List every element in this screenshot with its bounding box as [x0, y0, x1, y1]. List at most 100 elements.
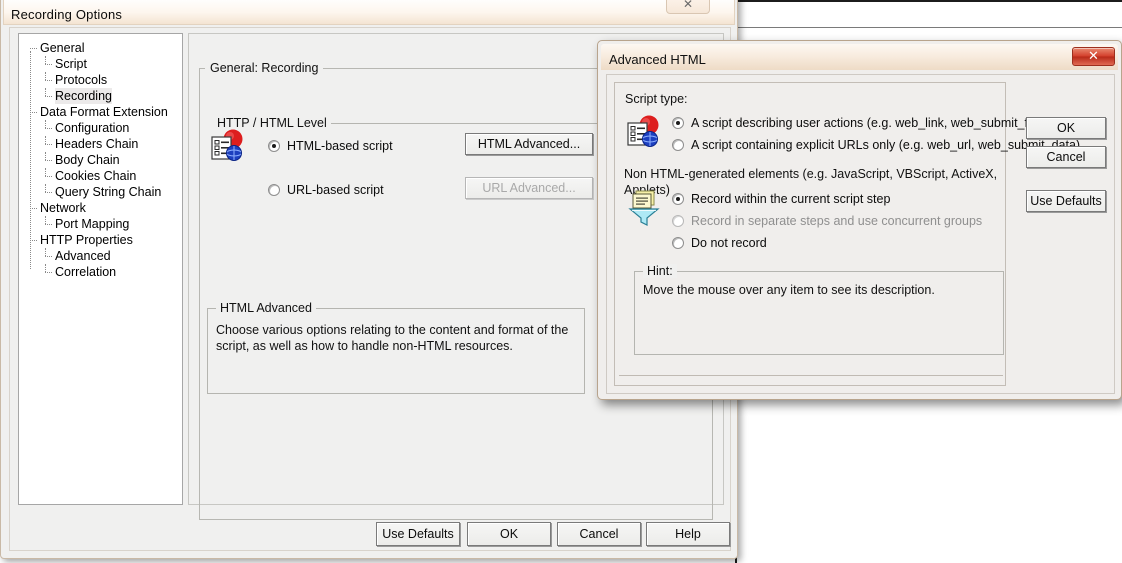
tree-connector — [30, 208, 37, 209]
hint-group-title: Hint: — [643, 264, 677, 278]
tree-connector — [45, 96, 52, 97]
help-button[interactable]: Help — [646, 522, 730, 546]
radio-html-based-script-label: HTML-based script — [287, 139, 393, 153]
radio-html-based-script[interactable] — [268, 140, 280, 152]
close-icon[interactable]: ✕ — [666, 0, 710, 14]
radio-script-explicit-urls-label: A script containing explicit URLs only (… — [691, 138, 1081, 152]
tree-item-label: Configuration — [55, 121, 130, 135]
script-type-label: Script type: — [625, 92, 688, 106]
html-advanced-description: Choose various options relating to the c… — [216, 323, 569, 353]
tree-connector — [45, 160, 52, 161]
background-window-toolbar — [737, 2, 1122, 28]
tree-item-advanced[interactable]: Advanced — [19, 248, 182, 264]
radio-record-separate-steps[interactable] — [672, 215, 684, 227]
tree-connector — [45, 176, 52, 177]
tree-item-label: Data Format Extension — [40, 105, 168, 119]
tree-connector-vertical — [45, 120, 46, 128]
radio-record-current-step-label: Record within the current script step — [691, 192, 891, 206]
recording-options-title: Recording Options — [11, 7, 123, 22]
recording-script-icon — [209, 129, 245, 163]
radio-record-separate-steps-label: Record in separate steps and use concurr… — [691, 214, 983, 228]
ok-button[interactable]: OK — [467, 522, 551, 546]
tree-item-configuration[interactable]: Configuration — [19, 120, 182, 136]
tree-connector-vertical — [45, 152, 46, 160]
advanced-html-dialog: Advanced HTML ✕ Script type: A script de… — [597, 40, 1122, 400]
tree-item-headers-chain[interactable]: Headers Chain — [19, 136, 182, 152]
tree-item-body-chain[interactable]: Body Chain — [19, 152, 182, 168]
tree-connector — [45, 256, 52, 257]
use-defaults-button[interactable]: Use Defaults — [376, 522, 460, 546]
tree-connector — [45, 80, 52, 81]
tree-item-correlation[interactable]: Correlation — [19, 264, 182, 280]
tree-item-query-string-chain[interactable]: Query String Chain — [19, 184, 182, 200]
advanced-use-defaults-button[interactable]: Use Defaults — [1026, 190, 1106, 212]
tree-item-label: Recording — [55, 88, 112, 104]
http-html-level-group: HTTP / HTML Level — [213, 116, 599, 130]
tree-connector — [30, 48, 37, 49]
advanced-html-options-frame: Script type: A script describing user ac… — [614, 82, 1080, 386]
settings-tree[interactable]: General Script Protocols Recording Data Form… — [18, 33, 183, 505]
hint-text: Move the mouse over any item to see its … — [643, 283, 935, 297]
tree-connector — [45, 192, 52, 193]
tree-item-label: Network — [40, 201, 86, 215]
tree-item-label: Query String Chain — [55, 185, 162, 199]
tree-item-label: Headers Chain — [55, 137, 139, 151]
html-advanced-group-title: HTML Advanced — [216, 301, 316, 315]
radio-url-based-script-label: URL-based script — [287, 183, 384, 197]
hint-group: Hint: Move the mouse over any item to se… — [634, 264, 1004, 355]
tree-connector — [45, 64, 52, 65]
tree-item-script[interactable]: Script — [19, 56, 182, 72]
tree-item-http-properties[interactable]: HTTP Properties — [19, 232, 182, 248]
tree-connector-vertical — [45, 72, 46, 80]
tree-connector-vertical — [45, 168, 46, 176]
tree-item-label: Correlation — [55, 265, 117, 279]
advanced-html-title: Advanced HTML — [609, 52, 706, 67]
tree-connector-vertical — [45, 248, 46, 256]
radio-script-user-actions[interactable] — [672, 117, 684, 129]
radio-script-explicit-urls[interactable] — [672, 139, 684, 151]
advanced-ok-button[interactable]: OK — [1026, 117, 1106, 139]
tree-item-label: Port Mapping — [55, 217, 130, 231]
radio-url-based-script[interactable] — [268, 184, 280, 196]
html-advanced-group: HTML Advanced Choose various options rel… — [207, 301, 585, 394]
tree-connector-vertical — [45, 264, 46, 272]
tree-item-data-format-extension[interactable]: Data Format Extension — [19, 104, 182, 120]
tree-connector — [45, 144, 52, 145]
tree-item-label: Body Chain — [55, 153, 120, 167]
tree-connector — [45, 128, 52, 129]
tree-connector-vertical — [45, 56, 46, 64]
tree-connector-vertical — [45, 216, 46, 224]
url-advanced-button: URL Advanced... — [465, 177, 593, 199]
tree-item-network[interactable]: Network — [19, 200, 182, 216]
tree-item-general[interactable]: General — [19, 40, 182, 56]
screen-root: Recording Options ✕ General Script Protoco… — [0, 0, 1122, 563]
tree-item-label: General — [40, 41, 85, 55]
tree-item-port-mapping[interactable]: Port Mapping — [19, 216, 182, 232]
tree-item-protocols[interactable]: Protocols — [19, 72, 182, 88]
tree-item-cookies-chain[interactable]: Cookies Chain — [19, 168, 182, 184]
tree-connector-vertical — [45, 88, 46, 96]
document-funnel-icon — [628, 189, 664, 227]
advanced-cancel-button[interactable]: Cancel — [1026, 146, 1106, 168]
tree-item-label: HTTP Properties — [40, 233, 133, 247]
close-icon[interactable]: ✕ — [1072, 47, 1115, 66]
radio-script-user-actions-label: A script describing user actions (e.g. w… — [691, 116, 1054, 130]
radio-record-current-step[interactable] — [672, 193, 684, 205]
radio-do-not-record[interactable] — [672, 237, 684, 249]
advanced-html-bottom-separator — [619, 375, 1003, 376]
tree-connector — [45, 272, 52, 273]
content-header: General: Recording — [205, 61, 324, 75]
tree-item-label: Script — [55, 57, 87, 71]
cancel-button[interactable]: Cancel — [557, 522, 641, 546]
radio-do-not-record-label: Do not record — [691, 236, 767, 250]
tree-connector — [30, 112, 37, 113]
http-html-level-group-title: HTTP / HTML Level — [213, 116, 331, 130]
advanced-html-body: Script type: A script describing user ac… — [606, 74, 1115, 394]
tree-item-label: Advanced — [55, 249, 111, 263]
tree-connector-vertical — [45, 184, 46, 192]
tree-item-recording[interactable]: Recording — [19, 88, 182, 104]
tree-item-label: Protocols — [55, 73, 108, 87]
tree-connector — [45, 224, 52, 225]
html-advanced-button[interactable]: HTML Advanced... — [465, 133, 593, 155]
recording-script-icon — [625, 115, 661, 149]
